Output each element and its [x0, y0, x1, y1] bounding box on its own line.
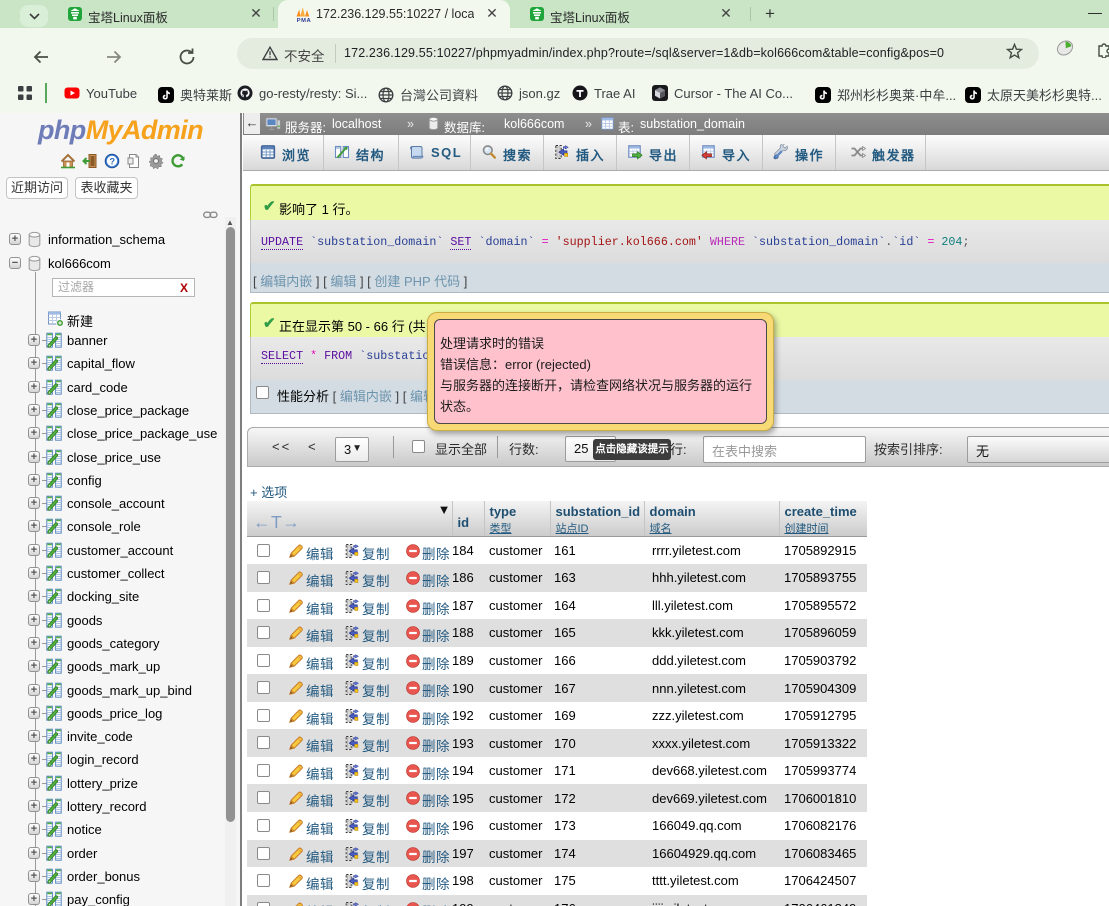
svg-text:PMA: PMA — [297, 18, 311, 22]
svg-text:?: ? — [110, 156, 116, 166]
